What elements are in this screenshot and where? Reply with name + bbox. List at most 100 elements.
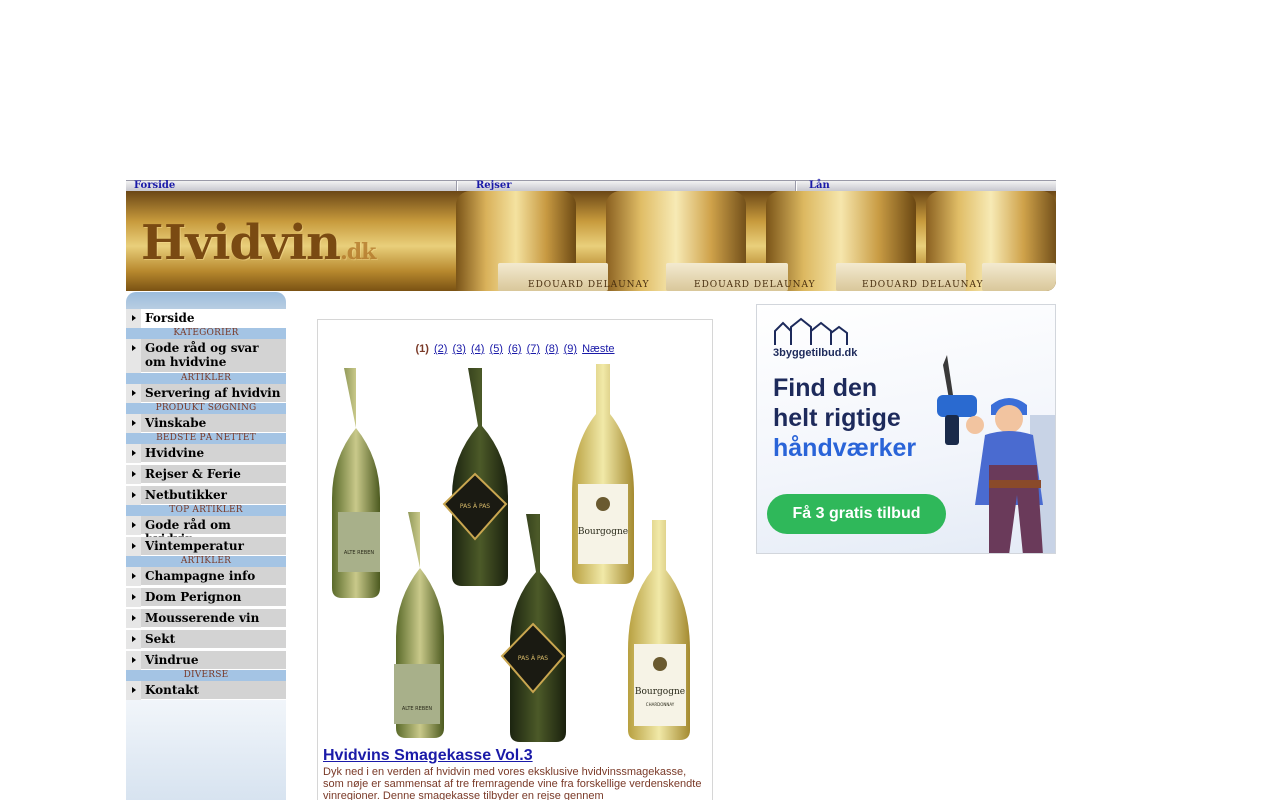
wine-bottle: PAS À PAS xyxy=(442,368,508,586)
sidebar-category-heading: BEDSTE PÅ NETTET xyxy=(126,433,286,444)
arrow-right-icon xyxy=(126,567,142,586)
sidebar-category-heading: PRODUKT SØGNING xyxy=(126,403,286,414)
bottle-label-text: ALTE REBEN xyxy=(402,706,433,712)
sidebar-item-kontakt[interactable]: Kontakt xyxy=(126,681,286,700)
banner-label-text: EDOUARD DELAUNAY xyxy=(528,280,650,290)
arrow-right-icon xyxy=(126,681,142,700)
sidebar-item-label: Gode råd og svar om hvidvine xyxy=(141,339,286,373)
ad-headline: Find den helt rigtige håndværker xyxy=(773,373,953,463)
site-banner: EDOUARD DELAUNAY EDOUARD DELAUNAY EDOUAR… xyxy=(126,191,1056,291)
pagination: (1) (2) (3) (4) (5) (6) (7) (8) (9) Næst… xyxy=(318,343,712,355)
site-logo-main: Hvidvin xyxy=(141,215,341,271)
sidebar-item-label: Servering af hvidvin xyxy=(141,384,286,403)
sidebar-item-label: Vinskabe xyxy=(141,414,286,433)
arrow-right-icon xyxy=(126,609,142,628)
sidebar-item-hvidvine[interactable]: Hvidvine xyxy=(126,444,286,463)
sidebar-item-label: Sekt xyxy=(141,630,286,649)
sidebar-item-forside[interactable]: Forside xyxy=(126,309,286,328)
product-box: (1) (2) (3) (4) (5) (6) (7) (8) (9) Næst… xyxy=(317,319,713,800)
site-logo: Hvidvin.dk xyxy=(141,215,376,271)
bottle-label-text: PAS À PAS xyxy=(460,503,490,510)
wine-bottle: Bourgogne CHARDONNAY xyxy=(628,520,690,740)
sidebar-item-netbutikker[interactable]: Netbutikker xyxy=(126,486,286,505)
wine-bottle: ALTE REBEN xyxy=(394,512,444,738)
advertisement-banner[interactable]: 3byggetilbud.dk Find den helt rigtige hå… xyxy=(756,304,1056,554)
sidebar-navigation: Forside KATEGORIER Gode råd og svar om h… xyxy=(126,292,286,800)
top-navigation-bar: Forside Rejser Lån xyxy=(126,180,1056,191)
sidebar-category-heading: ARTIKLER xyxy=(126,373,286,384)
bottle-label-text: Bourgogne xyxy=(578,527,628,537)
sidebar-item-vintemperatur[interactable]: Vintemperatur xyxy=(126,537,286,556)
topnav-laan-link[interactable]: Lån xyxy=(809,181,830,191)
sidebar-category-heading: DIVERSE xyxy=(126,670,286,681)
pagination-current: (1) xyxy=(415,343,429,355)
banner-label-text: EDOUARD DELAUNAY xyxy=(694,280,816,290)
sidebar-item-servering[interactable]: Servering af hvidvin xyxy=(126,384,286,403)
arrow-right-icon xyxy=(126,414,142,433)
arrow-right-icon xyxy=(126,384,142,403)
arrow-right-icon xyxy=(126,339,142,373)
pagination-page-link[interactable]: (2) xyxy=(434,343,447,355)
sidebar-item-gode-raad[interactable]: Gode råd og svar om hvidvine xyxy=(126,339,286,373)
arrow-right-icon xyxy=(126,309,142,328)
sidebar-item-mousserende[interactable]: Mousserende vin xyxy=(126,609,286,628)
pagination-page-link[interactable]: (8) xyxy=(545,343,558,355)
ad-brand-name: 3byggetilbud.dk xyxy=(773,347,858,359)
arrow-right-icon xyxy=(126,465,142,484)
pagination-next-link[interactable]: Næste xyxy=(582,343,614,355)
sidebar-header xyxy=(126,292,286,309)
sidebar-item-label: Forside xyxy=(141,309,286,328)
pagination-page-link[interactable]: (6) xyxy=(508,343,521,355)
sidebar-category-heading: KATEGORIER xyxy=(126,328,286,339)
sidebar-category-heading: ARTIKLER xyxy=(126,556,286,567)
ad-headline-line: Find den xyxy=(773,374,878,402)
wine-bottle: ALTE REBEN xyxy=(332,368,380,598)
pagination-page-link[interactable]: (5) xyxy=(490,343,503,355)
sidebar-item-label: Netbutikker xyxy=(141,486,286,505)
sidebar-item-label: Kontakt xyxy=(141,681,286,700)
pagination-page-link[interactable]: (7) xyxy=(527,343,540,355)
topnav-divider xyxy=(795,181,797,191)
product-description: Dyk ned i en verden af hvidvin med vores… xyxy=(323,766,702,800)
ad-headline-line: håndværker xyxy=(773,434,917,462)
sidebar-item-label: Vindrue xyxy=(141,651,286,670)
ad-headline-line: helt rigtige xyxy=(773,404,901,432)
sidebar-item-label: Hvidvine xyxy=(141,444,286,463)
arrow-right-icon xyxy=(126,588,142,607)
product-title-link[interactable]: Hvidvins Smagekasse Vol.3 xyxy=(323,747,533,765)
sidebar-item-vindrue[interactable]: Vindrue xyxy=(126,651,286,670)
topnav-rejser-link[interactable]: Rejser xyxy=(476,181,512,191)
sidebar-item-dom-perignon[interactable]: Dom Perignon xyxy=(126,588,286,607)
sidebar-item-sekt[interactable]: Sekt xyxy=(126,630,286,649)
sidebar-item-rejser[interactable]: Rejser & Ferie xyxy=(126,465,286,484)
sidebar-item-gode-raad-hvidvin[interactable]: Gode råd om hvidvin xyxy=(126,516,286,546)
sidebar-item-label: Champagne info xyxy=(141,567,286,586)
bottle-label-text: ALTE REBEN xyxy=(344,550,375,556)
ad-cta-button[interactable]: Få 3 gratis tilbud xyxy=(767,494,946,534)
sidebar-item-champagne[interactable]: Champagne info xyxy=(126,567,286,586)
pagination-page-link[interactable]: (4) xyxy=(471,343,484,355)
sidebar-category-heading: TOP ARTIKLER xyxy=(126,505,286,516)
topnav-divider xyxy=(456,181,458,191)
pagination-page-link[interactable]: (3) xyxy=(453,343,466,355)
sidebar-item-vinskabe[interactable]: Vinskabe xyxy=(126,414,286,433)
topnav-forside-link[interactable]: Forside xyxy=(134,181,175,191)
bottle-label-text: PAS À PAS xyxy=(518,655,548,662)
sidebar-item-label: Rejser & Ferie xyxy=(141,465,286,484)
site-logo-suffix: .dk xyxy=(340,239,376,265)
arrow-right-icon xyxy=(126,444,142,463)
bottle-label-text: Bourgogne xyxy=(635,687,685,697)
sidebar-item-label: Mousserende vin xyxy=(141,609,286,628)
bottle-label-text: CHARDONNAY xyxy=(646,702,675,707)
sidebar-item-label: Dom Perignon xyxy=(141,588,286,607)
arrow-right-icon xyxy=(126,651,142,670)
handyman-illustration-icon xyxy=(937,355,1055,553)
arrow-right-icon xyxy=(126,516,142,535)
pagination-page-link[interactable]: (9) xyxy=(564,343,577,355)
house-logo-icon xyxy=(774,317,848,345)
sidebar-item-label: Gode råd om hvidvin xyxy=(141,516,286,546)
sidebar-item-label: Vintemperatur xyxy=(141,537,286,556)
arrow-right-icon xyxy=(126,537,142,556)
wine-bottle: PAS À PAS xyxy=(500,514,566,742)
product-image[interactable]: ALTE REBEN PAS À PAS Bourgogne ALTE REBE… xyxy=(328,364,702,749)
